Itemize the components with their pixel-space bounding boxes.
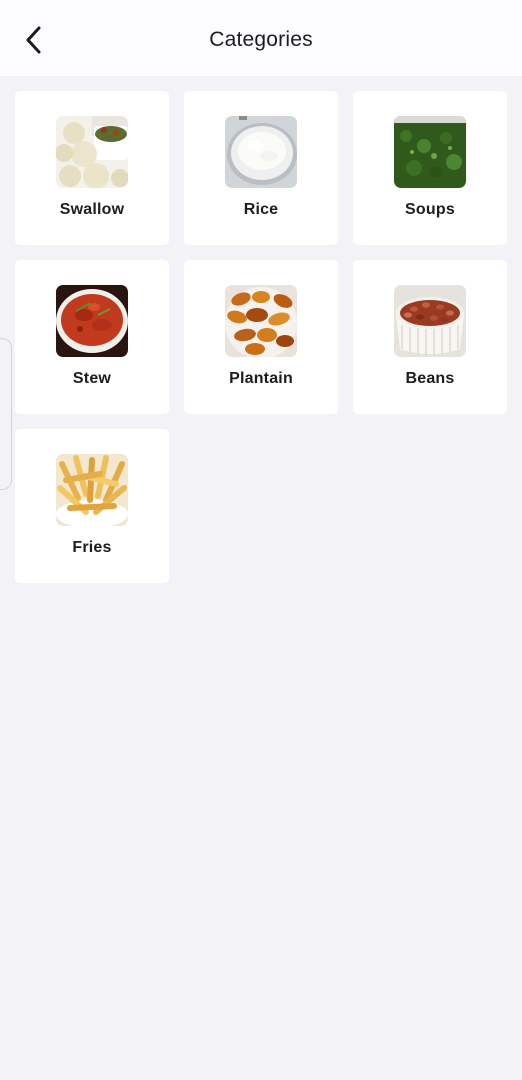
category-card-swallow[interactable]: Swallow	[15, 91, 169, 245]
app-bar: Categories	[0, 0, 522, 76]
soups-image	[394, 116, 466, 188]
category-label: Fries	[72, 539, 112, 556]
category-label: Soups	[405, 201, 455, 218]
rice-image	[225, 116, 297, 188]
edge-drawer-handle[interactable]	[0, 338, 12, 490]
category-label: Stew	[72, 370, 112, 387]
category-card-soups[interactable]: Soups	[353, 91, 507, 245]
category-card-rice[interactable]: Rice	[184, 91, 338, 245]
beans-image	[394, 285, 466, 357]
swallow-image	[56, 116, 128, 188]
category-label: Plantain	[229, 370, 293, 387]
category-label: Beans	[405, 370, 455, 387]
stew-image	[56, 285, 128, 357]
page-title: Categories	[209, 28, 313, 51]
category-card-fries[interactable]: Fries	[15, 429, 169, 583]
category-label: Rice	[243, 201, 279, 218]
category-label: Swallow	[59, 201, 125, 218]
plantain-image	[225, 285, 297, 357]
category-card-beans[interactable]: Beans	[353, 260, 507, 414]
category-card-stew[interactable]: Stew	[15, 260, 169, 414]
category-card-plantain[interactable]: Plantain	[184, 260, 338, 414]
fries-image	[56, 454, 128, 526]
category-grid: Swallow Rice Soups Stew Plantain Beans F…	[15, 91, 507, 583]
